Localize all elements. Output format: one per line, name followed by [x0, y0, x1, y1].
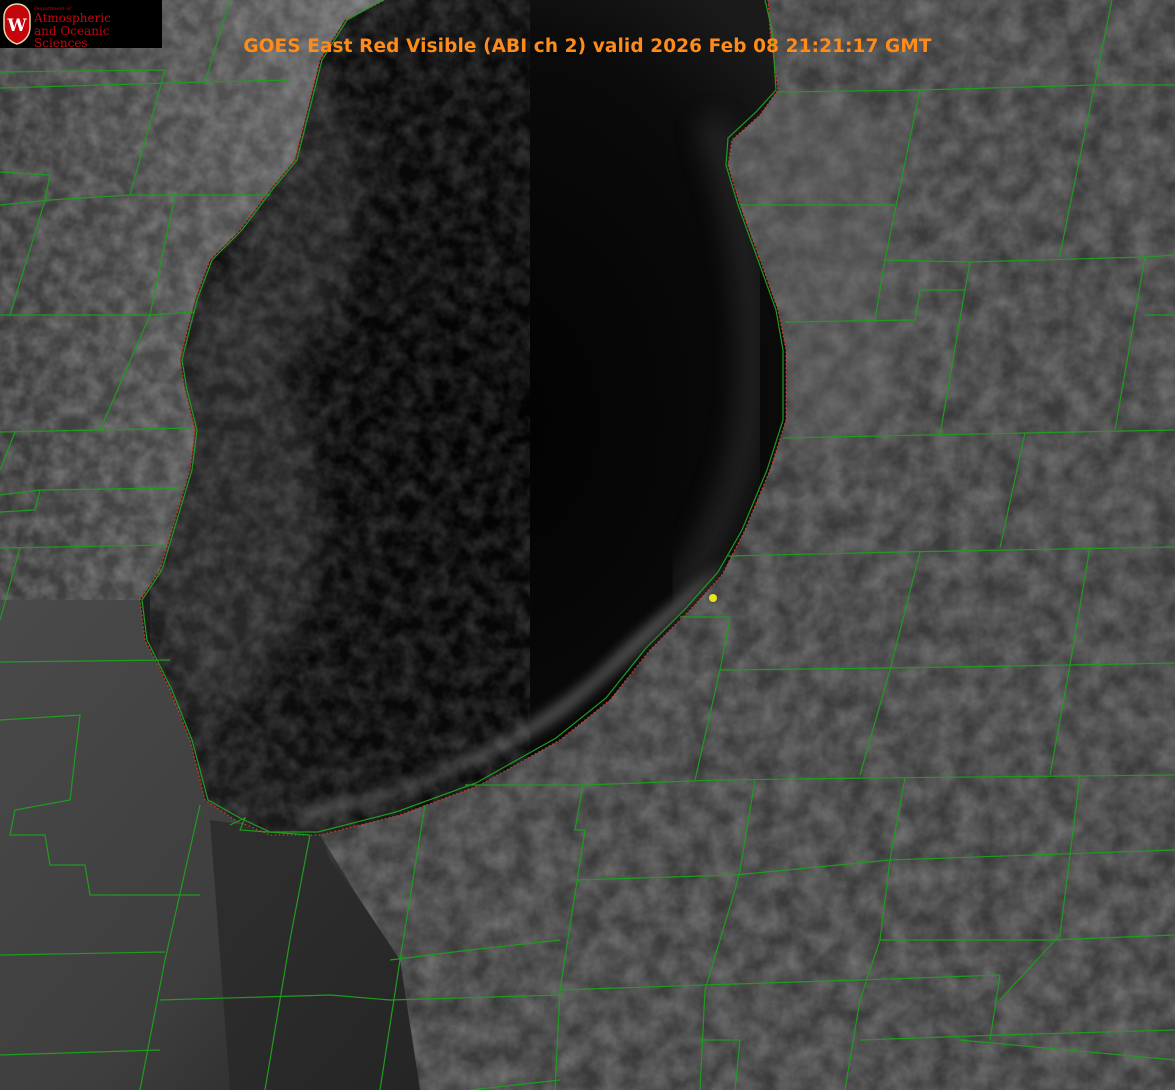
satellite-image-map [0, 0, 1175, 1090]
image-title: GOES East Red Visible (ABI ch 2) valid 2… [243, 36, 932, 57]
location-marker [709, 594, 717, 602]
logo-line-1: Atmospheric [34, 11, 111, 26]
svg-text:W: W [6, 16, 27, 36]
